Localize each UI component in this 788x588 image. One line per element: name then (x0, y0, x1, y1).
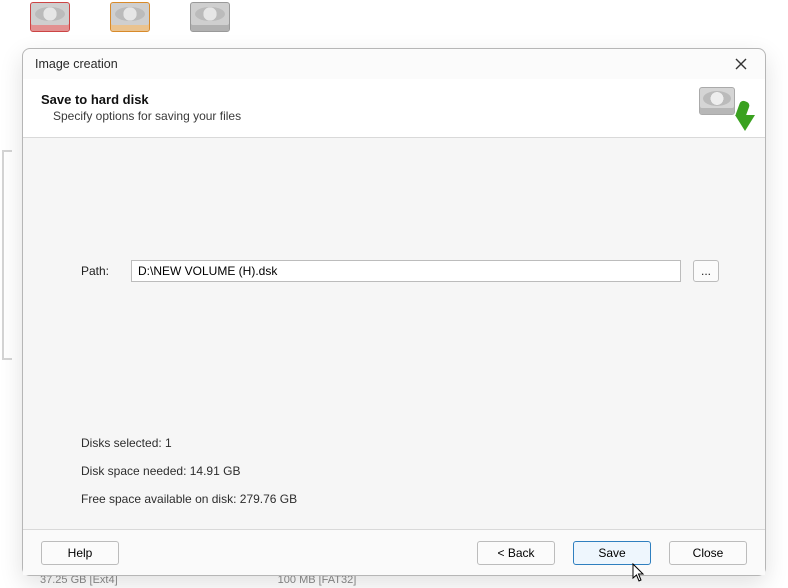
header-text: Save to hard disk Specify options for sa… (41, 92, 241, 123)
dialog-title: Image creation (35, 57, 118, 71)
cursor-icon (632, 563, 646, 583)
bg-drive-icons (30, 2, 230, 32)
help-button[interactable]: Help (41, 541, 119, 565)
value: 279.76 GB (240, 492, 297, 506)
label: Disks selected: (81, 436, 162, 450)
label: Free space available on disk: (81, 492, 236, 506)
path-label: Path: (81, 264, 119, 278)
path-input[interactable] (131, 260, 681, 282)
disks-selected-line: Disks selected: 1 (81, 436, 297, 450)
label: Disk space needed: (81, 464, 186, 478)
bg-text: 37.25 GB [Ext4] (40, 574, 118, 588)
back-button[interactable]: < Back (477, 541, 555, 565)
close-icon[interactable] (727, 52, 755, 76)
browse-button[interactable]: ... (693, 260, 719, 282)
titlebar: Image creation (23, 49, 765, 79)
free-space-line: Free space available on disk: 279.76 GB (81, 492, 297, 506)
image-creation-dialog: Image creation Save to hard disk Specify… (22, 48, 766, 576)
save-button[interactable]: Save (573, 541, 651, 565)
value: 14.91 GB (190, 464, 241, 478)
bg-text: 100 MB [FAT32] (278, 574, 357, 588)
wizard-footer: Help < Back Save Close (23, 529, 765, 575)
space-needed-line: Disk space needed: 14.91 GB (81, 464, 297, 478)
wizard-header: Save to hard disk Specify options for sa… (23, 79, 765, 138)
disk-save-icon (699, 87, 749, 127)
wizard-body: Path: ... Disks selected: 1 Disk space n… (23, 138, 765, 529)
info-block: Disks selected: 1 Disk space needed: 14.… (81, 436, 297, 506)
header-heading: Save to hard disk (41, 92, 241, 107)
drive-icon (30, 2, 70, 32)
bg-tree-line (2, 150, 12, 360)
value: 1 (165, 436, 172, 450)
close-button[interactable]: Close (669, 541, 747, 565)
path-row: Path: ... (81, 260, 719, 282)
drive-icon (110, 2, 150, 32)
footer-right: < Back Save Close (477, 541, 747, 565)
drive-icon (190, 2, 230, 32)
bg-status-bar: 37.25 GB [Ext4] 100 MB [FAT32] (0, 574, 788, 588)
header-sub: Specify options for saving your files (41, 109, 241, 123)
